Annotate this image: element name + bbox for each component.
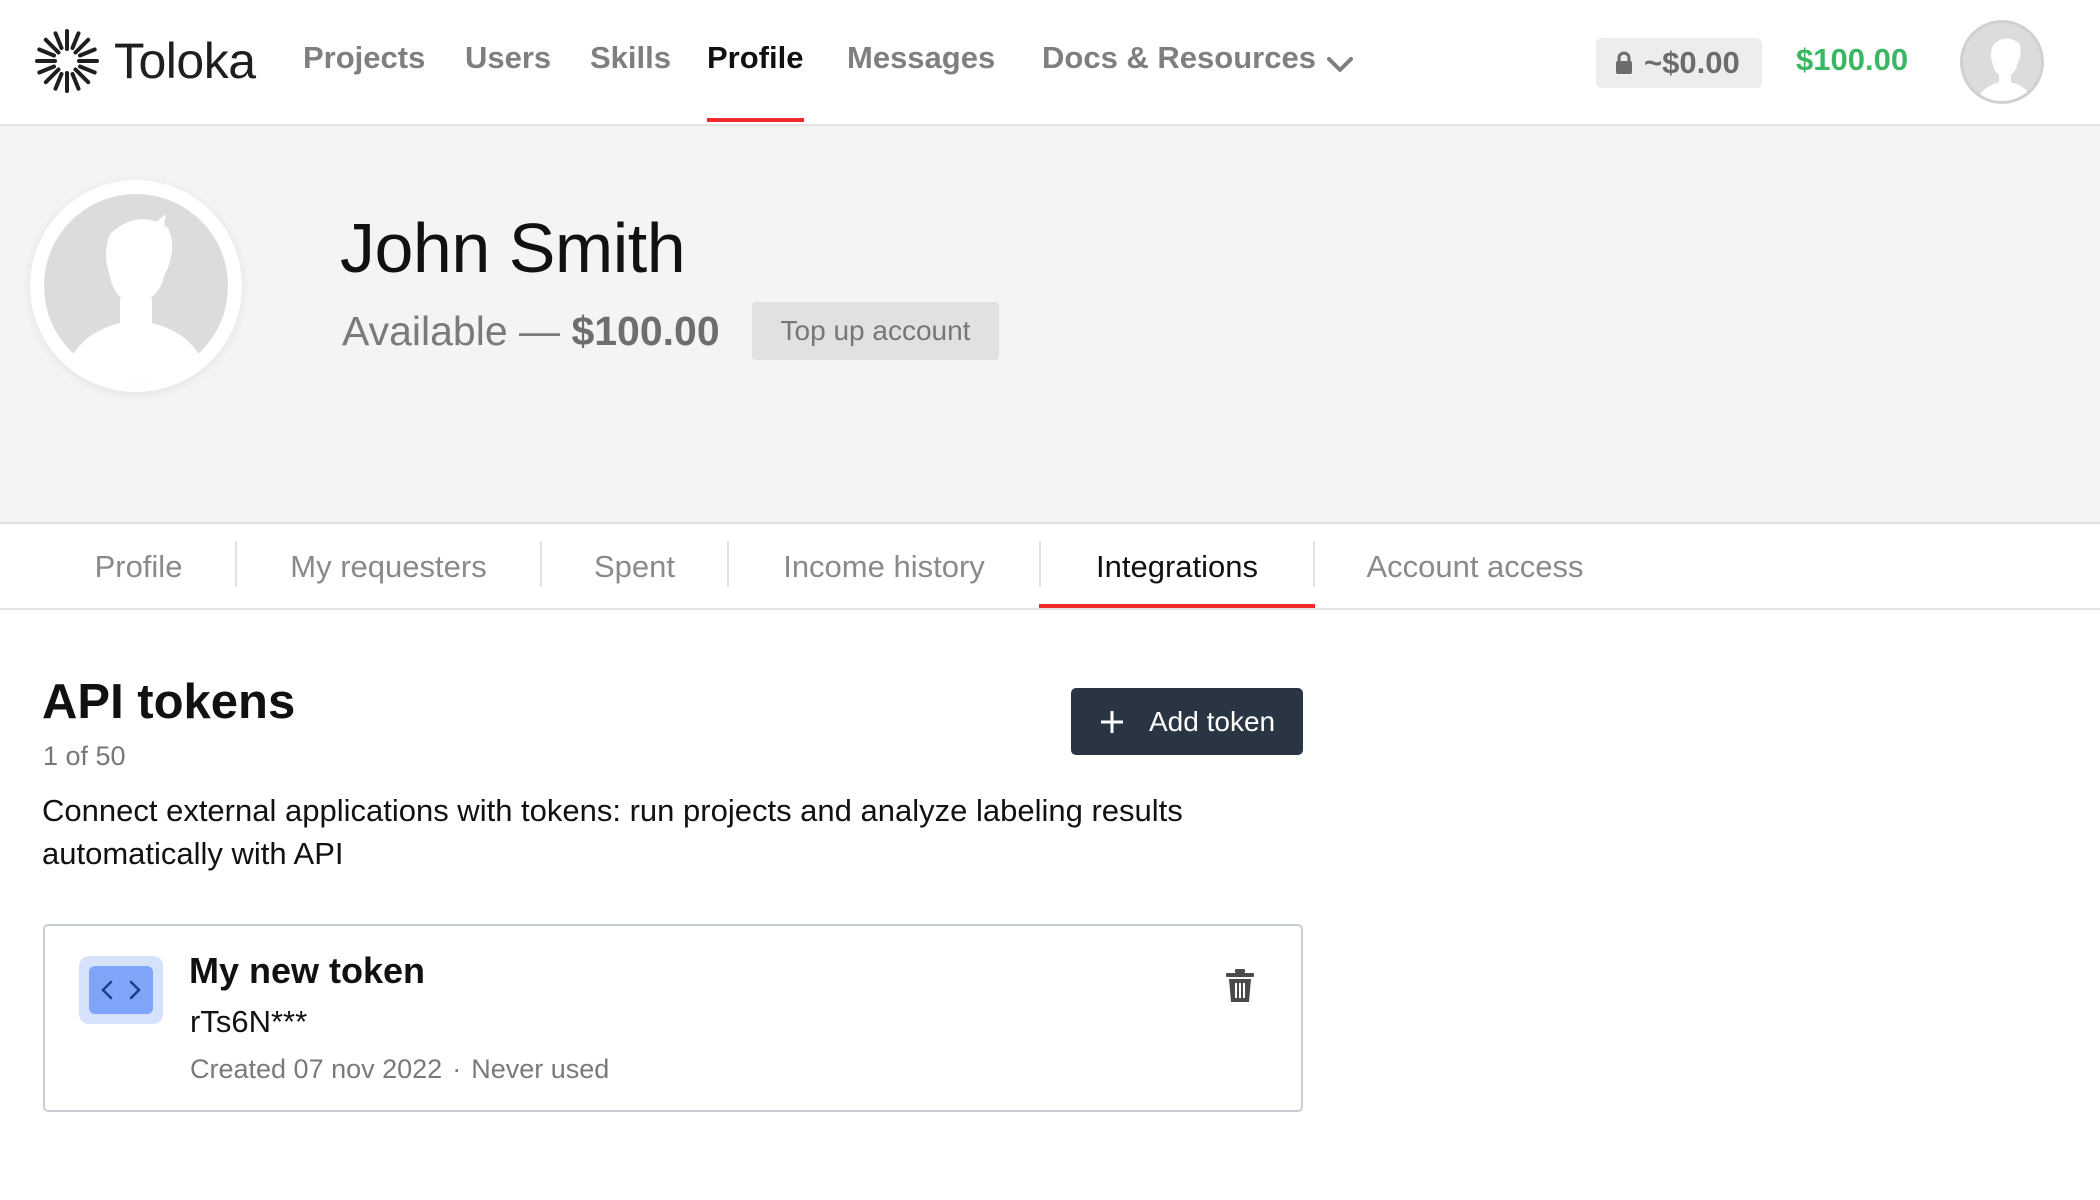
available-label: Available — [342, 308, 572, 354]
user-silhouette-icon [1976, 38, 2034, 101]
toloka-logo[interactable]: Toloka [34, 28, 256, 94]
chevron-down-icon[interactable] [1326, 56, 1354, 74]
plus-icon [1101, 710, 1123, 733]
nav-active-indicator [707, 118, 804, 122]
available-balance: Available — $100.00 [342, 308, 720, 355]
meta-separator: · [452, 1054, 462, 1084]
token-meta: Created 07 nov 2022 · Never used [190, 1054, 609, 1085]
tab-active-indicator [1039, 604, 1315, 608]
locked-balance-badge[interactable]: ~$0.00 [1596, 38, 1762, 88]
toloka-sunburst-icon [35, 29, 99, 93]
add-token-label: Add token [1149, 705, 1276, 737]
token-count: 1 of 50 [43, 741, 126, 771]
profile-tabs: Profile My requesters Spent Income histo… [0, 524, 2100, 610]
tab-integrations[interactable]: Integrations [1041, 524, 1313, 610]
nav-item-docs-resources[interactable]: Docs & Resources [1042, 40, 1316, 76]
nav-item-profile[interactable]: Profile [707, 40, 803, 76]
nav-item-users[interactable]: Users [465, 40, 551, 76]
token-usage: Never used [471, 1054, 610, 1084]
nav-item-messages[interactable]: Messages [847, 40, 995, 76]
token-card: My new token rTs6N*** Created 07 nov 202… [43, 924, 1303, 1112]
lock-icon [1616, 51, 1632, 74]
api-tokens-description: Connect external applications with token… [42, 793, 1183, 871]
token-value: rTs6N*** [190, 1004, 308, 1039]
profile-name: John Smith [340, 209, 686, 287]
locked-balance-value: ~$0.00 [1644, 45, 1740, 80]
code-brackets-icon [79, 956, 163, 1024]
profile-avatar[interactable] [30, 180, 242, 392]
tab-spent[interactable]: Spent [542, 524, 727, 610]
trash-icon[interactable] [1225, 968, 1255, 1004]
add-token-button[interactable]: Add token [1071, 688, 1303, 755]
tab-my-requesters[interactable]: My requesters [237, 524, 540, 610]
top-navigation-bar: Toloka Projects Users Skills Profile Mes… [0, 0, 2100, 126]
user-avatar[interactable] [1960, 20, 2044, 104]
api-tokens-title: API tokens [42, 675, 296, 729]
tab-account-access[interactable]: Account access [1315, 524, 1635, 610]
account-balance[interactable]: $100.00 [1796, 42, 1908, 78]
user-silhouette-icon [64, 214, 208, 378]
profile-header: John Smith Available — $100.00 Top up ac… [0, 126, 2100, 524]
top-up-account-button[interactable]: Top up account [752, 302, 999, 360]
tab-profile[interactable]: Profile [42, 524, 235, 610]
available-amount: $100.00 [571, 308, 720, 354]
token-name: My new token [189, 950, 426, 991]
nav-item-projects[interactable]: Projects [303, 40, 425, 76]
tab-income-history[interactable]: Income history [729, 524, 1039, 610]
token-created: Created 07 nov 2022 [190, 1054, 443, 1084]
nav-item-skills[interactable]: Skills [590, 40, 671, 76]
brand-name: Toloka [114, 33, 256, 89]
